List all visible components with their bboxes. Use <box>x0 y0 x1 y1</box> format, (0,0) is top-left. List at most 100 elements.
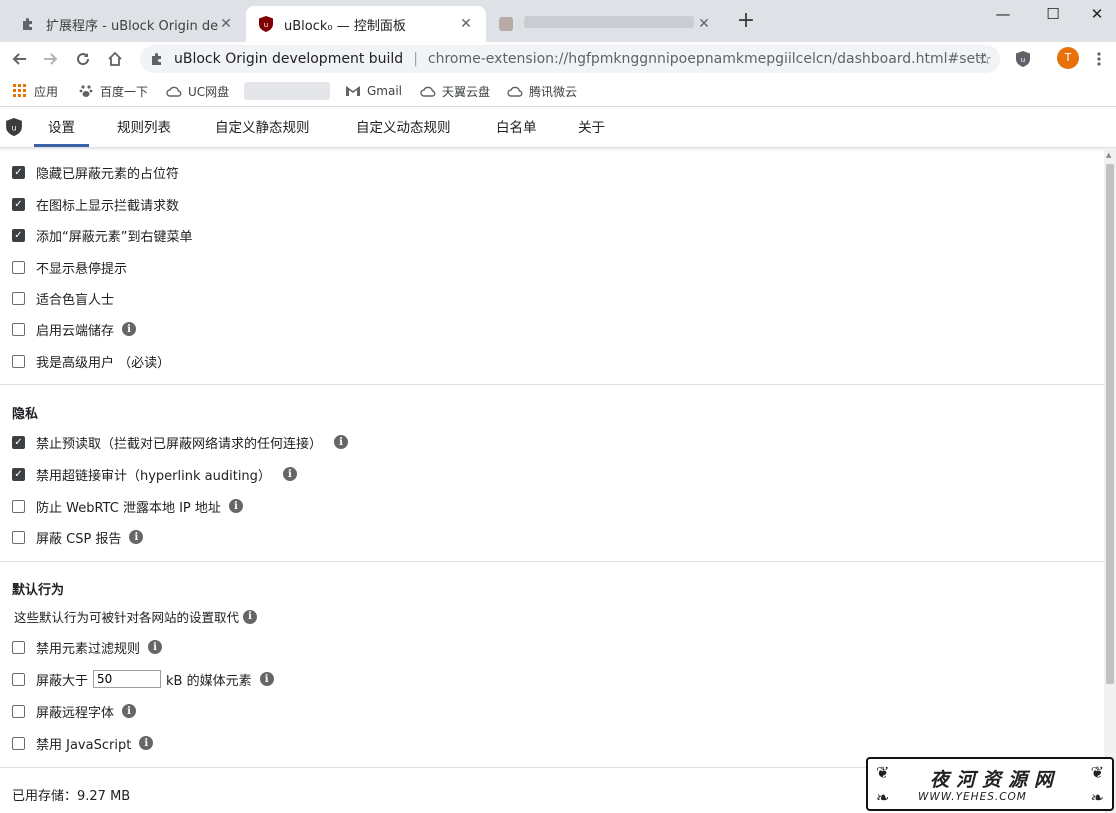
close-icon[interactable]: ✕ <box>696 16 712 32</box>
checkbox[interactable]: ✓ <box>12 197 25 211</box>
setting-icon-badge[interactable]: ✓ 在图标上显示拦截请求数 <box>12 194 179 214</box>
tab-title-blurred <box>524 16 696 32</box>
setting-no-tooltips[interactable]: 不显示悬停提示 <box>12 257 127 277</box>
setting-advanced-user[interactable]: 我是高级用户 （必读） <box>12 351 170 371</box>
back-arrow-icon <box>12 53 26 65</box>
tab-filter-lists[interactable]: 规则列表 <box>103 107 185 147</box>
setting-hyperlink-auditing[interactable]: ✓ 禁用超链接审计（hyperlink auditing） i <box>12 464 297 484</box>
checkbox[interactable] <box>12 260 25 274</box>
tab-extensions[interactable]: 扩展程序 - uBlock Origin devel ✕ <box>8 6 246 42</box>
bookmark-tianyi[interactable]: 天翼云盘 <box>420 82 490 100</box>
new-tab-button[interactable]: + <box>735 10 757 32</box>
menu-button[interactable] <box>1086 46 1112 72</box>
checkbox[interactable] <box>12 736 25 750</box>
checkbox[interactable] <box>12 499 25 513</box>
scroll-up-arrow-icon[interactable]: ▲ <box>1106 151 1111 159</box>
privacy-heading: 隐私 <box>12 407 39 422</box>
info-icon[interactable]: i <box>282 467 297 481</box>
maximize-button[interactable]: ☐ <box>1030 0 1076 28</box>
tab-whitelist[interactable]: 白名单 <box>482 107 551 147</box>
watermark-title: 夜河资源网 <box>930 769 1061 791</box>
checkbox[interactable] <box>12 322 25 336</box>
forward-button[interactable] <box>38 46 64 72</box>
checkbox[interactable]: ✓ <box>12 435 25 449</box>
bookmark-label: UC网盘 <box>188 84 230 99</box>
bookmark-apps[interactable]: 应用 <box>12 82 58 100</box>
checkbox[interactable]: ✓ <box>12 228 25 242</box>
bookmark-gmail[interactable]: Gmail <box>345 82 402 100</box>
omnibox-separator: | <box>413 51 418 67</box>
checkbox[interactable] <box>12 291 25 305</box>
apps-grid-icon <box>12 83 28 99</box>
defaults-heading: 默认行为 <box>12 583 65 598</box>
info-icon[interactable]: i <box>122 704 137 718</box>
bookmark-label: 百度一下 <box>100 84 149 99</box>
ornament-icon: ❧ <box>1090 788 1104 807</box>
tab-my-filters[interactable]: 自定义静态规则 <box>201 107 324 147</box>
info-icon[interactable]: i <box>122 322 137 336</box>
checkbox[interactable] <box>12 704 25 718</box>
setting-colorblind[interactable]: 适合色盲人士 <box>12 288 114 308</box>
check-icon: ✓ <box>14 166 23 178</box>
bookmark-blurred[interactable] <box>244 82 330 100</box>
ublock-toolbar-button[interactable]: u <box>1010 46 1036 72</box>
defaults-note: 这些默认行为可被针对各网站的设置取代 i <box>14 607 258 626</box>
bookmark-baidu[interactable]: 百度一下 <box>78 82 148 100</box>
setting-prefetching[interactable]: ✓ 禁止预读取（拦截对已屏蔽网络请求的任何连接） i <box>12 432 349 452</box>
info-icon[interactable]: i <box>243 609 258 624</box>
setting-hide-placeholders[interactable]: ✓ 隐藏已屏蔽元素的占位符 <box>12 162 179 182</box>
checkbox[interactable] <box>12 640 25 654</box>
bookmark-weiyun[interactable]: 腾讯微云 <box>507 82 577 100</box>
setting-cosmetic-filtering[interactable]: 禁用元素过滤规则 i <box>12 637 163 657</box>
info-icon[interactable]: i <box>334 435 349 449</box>
setting-cloud-storage[interactable]: 启用云端储存 i <box>12 319 137 339</box>
checkbox[interactable]: ✓ <box>12 165 25 179</box>
reload-button[interactable] <box>70 46 96 72</box>
tab-dashboard[interactable]: u uBlock₀ — 控制面板 ✕ <box>246 6 486 42</box>
bookmark-label: Gmail <box>367 84 403 98</box>
ornament-icon: ❦ <box>876 763 890 782</box>
setting-label: 禁止预读取（拦截对已屏蔽网络请求的任何连接） <box>36 436 323 452</box>
bookmark-uc[interactable]: UC网盘 <box>166 82 229 100</box>
media-size-input[interactable] <box>93 670 162 688</box>
ublock-shield-icon: u <box>1016 51 1030 67</box>
info-icon[interactable]: i <box>259 672 274 686</box>
blurred-favicon-icon <box>498 16 514 32</box>
window-close-button[interactable]: ✕ <box>1074 0 1116 28</box>
address-bar[interactable]: uBlock Origin development build | chrome… <box>140 45 1000 73</box>
minimize-button[interactable]: — <box>980 0 1026 28</box>
bookmark-star-icon[interactable]: ☆ <box>978 49 992 68</box>
watermark-logo: ❦ 夜河资源网 WWW.YEHES.COM ❦ ❧ ❧ <box>866 757 1114 811</box>
scrollbar-thumb[interactable] <box>1106 164 1114 684</box>
profile-avatar[interactable]: T <box>1057 47 1079 69</box>
tab-blurred[interactable]: ✕ <box>486 6 724 42</box>
checkbox[interactable] <box>12 530 25 544</box>
tab-title: 扩展程序 - uBlock Origin devel <box>46 18 218 34</box>
divider <box>0 384 1104 385</box>
checkbox[interactable] <box>12 672 25 686</box>
tab-settings[interactable]: 设置 <box>34 107 89 147</box>
setting-label-before: 屏蔽大于 <box>36 673 89 689</box>
tab-strip: 扩展程序 - uBlock Origin devel ✕ u uBlock₀ —… <box>0 0 1116 42</box>
setting-csp-reports[interactable]: 屏蔽 CSP 报告 i <box>12 527 144 547</box>
close-icon[interactable]: ✕ <box>218 16 234 32</box>
home-button[interactable] <box>102 46 128 72</box>
checkbox[interactable] <box>12 354 25 368</box>
setting-webrtc[interactable]: 防止 WebRTC 泄露本地 IP 地址 i <box>12 496 243 516</box>
setting-javascript[interactable]: 禁用 JavaScript i <box>12 733 154 753</box>
close-icon[interactable]: ✕ <box>458 16 474 32</box>
vertical-scrollbar[interactable]: ▲ <box>1104 148 1116 813</box>
checkbox[interactable]: ✓ <box>12 467 25 481</box>
tab-my-rules[interactable]: 自定义动态规则 <box>342 107 465 147</box>
setting-remote-fonts[interactable]: 屏蔽远程字体 i <box>12 701 137 721</box>
check-icon: ✓ <box>14 229 23 241</box>
tab-about[interactable]: 关于 <box>564 107 619 147</box>
info-icon[interactable]: i <box>148 640 163 654</box>
info-icon[interactable]: i <box>139 736 154 750</box>
info-icon[interactable]: i <box>228 499 243 513</box>
extension-puzzle-icon <box>150 52 166 66</box>
setting-large-media[interactable]: 屏蔽大于 kB 的媒体元素 i <box>12 669 274 689</box>
back-button[interactable] <box>6 46 32 72</box>
setting-context-menu[interactable]: ✓ 添加“屏蔽元素”到右键菜单 <box>12 225 192 245</box>
info-icon[interactable]: i <box>129 530 144 544</box>
